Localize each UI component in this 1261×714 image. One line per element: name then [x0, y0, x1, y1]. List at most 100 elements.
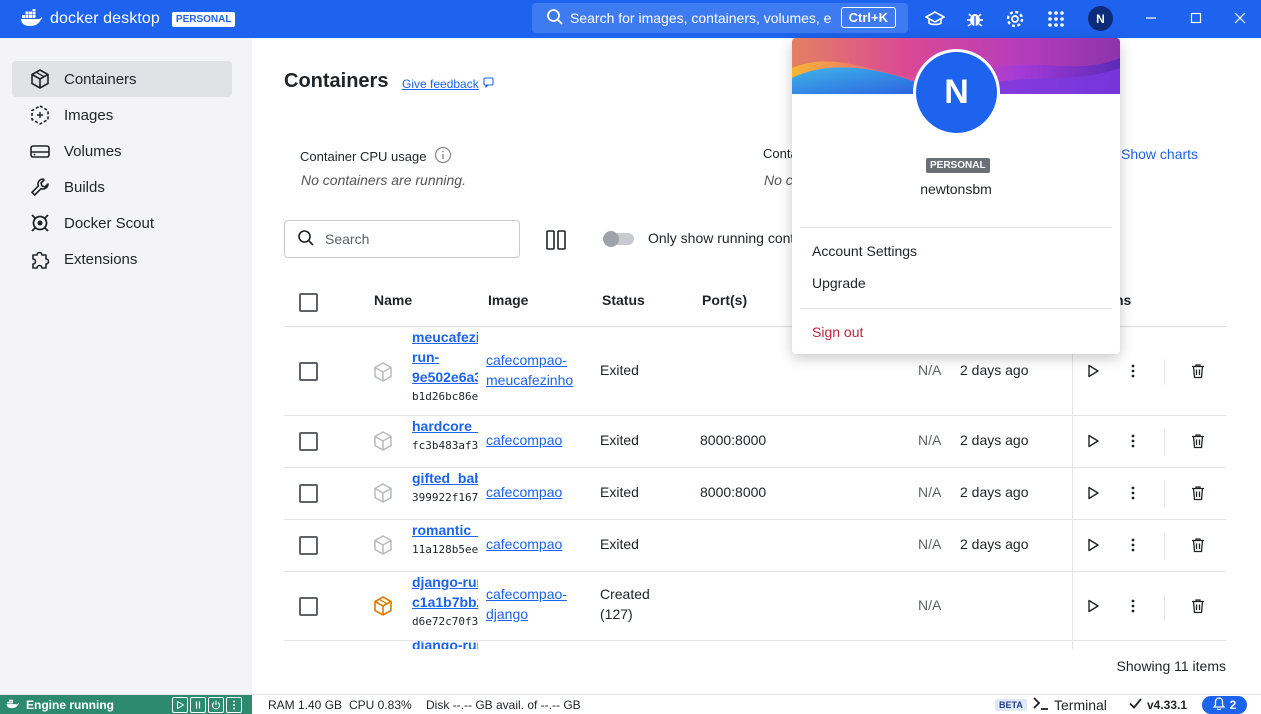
more-options-icon[interactable] [1123, 535, 1143, 555]
container-name-link[interactable]: run- [412, 347, 478, 367]
container-search-input[interactable] [325, 231, 505, 247]
actions-divider [1072, 572, 1073, 641]
sidebar-item-builds[interactable]: Builds [12, 169, 232, 205]
start-play-icon[interactable] [1083, 431, 1103, 451]
delete-trash-icon[interactable] [1188, 596, 1208, 616]
image-link[interactable]: django [486, 604, 567, 624]
column-header-status[interactable]: Status [602, 292, 645, 308]
show-charts-link[interactable]: Show charts [1121, 146, 1198, 162]
container-name-link[interactable]: c1a1b7bb2d [412, 592, 478, 612]
settings-gear-icon[interactable] [1005, 9, 1025, 29]
columns-toggle-icon[interactable] [544, 228, 568, 252]
delete-trash-icon[interactable] [1188, 483, 1208, 503]
sidebar-item-containers[interactable]: Containers [12, 61, 232, 97]
global-search[interactable]: Search for images, containers, volumes, … [532, 3, 908, 33]
terminal-button[interactable]: Terminal [1033, 696, 1107, 713]
container-name-link[interactable]: django-run- [412, 641, 478, 649]
container-name-link[interactable]: meucafezinho- [412, 327, 478, 347]
sidebar-item-label: Containers [64, 70, 137, 88]
sign-out-menu-item[interactable]: Sign out [812, 324, 863, 340]
cpu-text: N/A [918, 536, 942, 552]
docker-whale-icon [6, 698, 20, 712]
learning-center-icon[interactable] [925, 9, 945, 29]
sidebar-item-label: Volumes [64, 142, 122, 160]
table-row[interactable]: django-run- c1a1b7bb2d d6e72c70f3a2 cafe… [284, 572, 1226, 641]
start-play-icon[interactable] [1083, 361, 1103, 381]
start-play-icon[interactable] [1083, 596, 1103, 616]
sidebar-item-extensions[interactable]: Extensions [12, 241, 232, 277]
row-checkbox[interactable] [299, 536, 318, 555]
image-link[interactable]: cafecompao- [486, 350, 573, 370]
engine-power-icon[interactable] [208, 697, 224, 713]
close-window-icon[interactable] [1230, 8, 1250, 28]
sidebar-item-docker-scout[interactable]: Docker Scout [12, 205, 232, 241]
engine-more-icon[interactable] [226, 697, 242, 713]
row-checkbox[interactable] [299, 362, 318, 381]
table-row[interactable]: romantic_ 11a128b5ee01 cafecompao Exited… [284, 520, 1226, 572]
container-name-link[interactable]: 9e502e6a3a5d [412, 367, 478, 387]
more-options-icon[interactable] [1123, 483, 1143, 503]
apps-grid-icon[interactable] [1046, 9, 1066, 29]
container-id: d6e72c70f3a2 [412, 615, 478, 628]
bug-icon[interactable] [965, 9, 985, 29]
table-row[interactable]: hardcore_ fc3b483af3a1 cafecompao Exited… [284, 416, 1226, 468]
column-header-image[interactable]: Image [488, 292, 528, 308]
container-id: 399922f16711 [412, 491, 478, 504]
ports-text: 8000:8000 [700, 484, 767, 500]
container-name-link[interactable]: romantic_ [412, 520, 478, 540]
account-settings-menu-item[interactable]: Account Settings [812, 243, 917, 259]
sidebar-item-images[interactable]: Images [12, 97, 232, 133]
image-link[interactable]: cafecompao- [486, 584, 567, 604]
row-checkbox[interactable] [299, 484, 318, 503]
row-checkbox[interactable] [299, 597, 318, 616]
image-link[interactable]: meucafezinho [486, 370, 573, 390]
table-row[interactable]: gifted_babbage 399922f16711 cafecompao E… [284, 468, 1226, 520]
puzzle-icon [28, 247, 52, 271]
start-play-icon[interactable] [1083, 483, 1103, 503]
version-label: v4.33.1 [1147, 698, 1188, 712]
cpu-text: N/A [918, 432, 942, 448]
container-name-link[interactable]: django-run- [412, 572, 478, 592]
engine-play-icon[interactable] [172, 697, 188, 713]
image-cell: cafecompao [486, 482, 562, 502]
maximize-window-icon[interactable] [1186, 8, 1206, 28]
action-divider [1164, 359, 1165, 385]
container-name-cell: romantic_ 11a128b5ee01 [412, 520, 478, 560]
container-name-cell: meucafezinho- run- 9e502e6a3a5d b1d26bc8… [412, 327, 478, 407]
container-search[interactable] [284, 220, 520, 258]
more-options-icon[interactable] [1123, 596, 1143, 616]
more-options-icon[interactable] [1123, 431, 1143, 451]
container-box-icon [372, 534, 394, 559]
delete-trash-icon[interactable] [1188, 535, 1208, 555]
status-text: Exited [600, 362, 639, 378]
table-row[interactable]: django-run- [284, 641, 1226, 649]
last-started-text: 2 days ago [960, 432, 1029, 448]
column-header-name[interactable]: Name [374, 292, 412, 308]
delete-trash-icon[interactable] [1188, 431, 1208, 451]
engine-pause-icon[interactable] [190, 697, 206, 713]
notifications-button[interactable]: 2 [1202, 696, 1247, 714]
menu-divider [800, 308, 1112, 309]
image-link[interactable]: cafecompao [486, 482, 562, 502]
version-indicator[interactable]: v4.33.1 [1129, 698, 1187, 712]
minimize-window-icon[interactable] [1141, 8, 1161, 28]
container-icon [28, 67, 52, 91]
row-checkbox[interactable] [299, 432, 318, 451]
image-link[interactable]: cafecompao [486, 534, 562, 554]
upgrade-menu-item[interactable]: Upgrade [812, 275, 866, 291]
more-options-icon[interactable] [1123, 361, 1143, 381]
info-icon[interactable] [434, 146, 452, 167]
image-link[interactable]: cafecompao [486, 430, 562, 450]
start-play-icon[interactable] [1083, 535, 1103, 555]
give-feedback-link[interactable]: Give feedback [402, 77, 494, 91]
account-avatar-button[interactable]: N [1088, 6, 1113, 31]
select-all-checkbox[interactable] [299, 293, 318, 312]
sidebar-item-volumes[interactable]: Volumes [12, 133, 232, 169]
cpu-usage-label: Container CPU usage [300, 146, 452, 167]
container-name-link[interactable]: gifted_babbage [412, 468, 478, 488]
action-divider [1164, 594, 1165, 620]
column-header-ports[interactable]: Port(s) [702, 292, 747, 308]
container-name-link[interactable]: hardcore_ [412, 416, 478, 436]
delete-trash-icon[interactable] [1188, 361, 1208, 381]
only-running-toggle[interactable] [603, 231, 634, 247]
